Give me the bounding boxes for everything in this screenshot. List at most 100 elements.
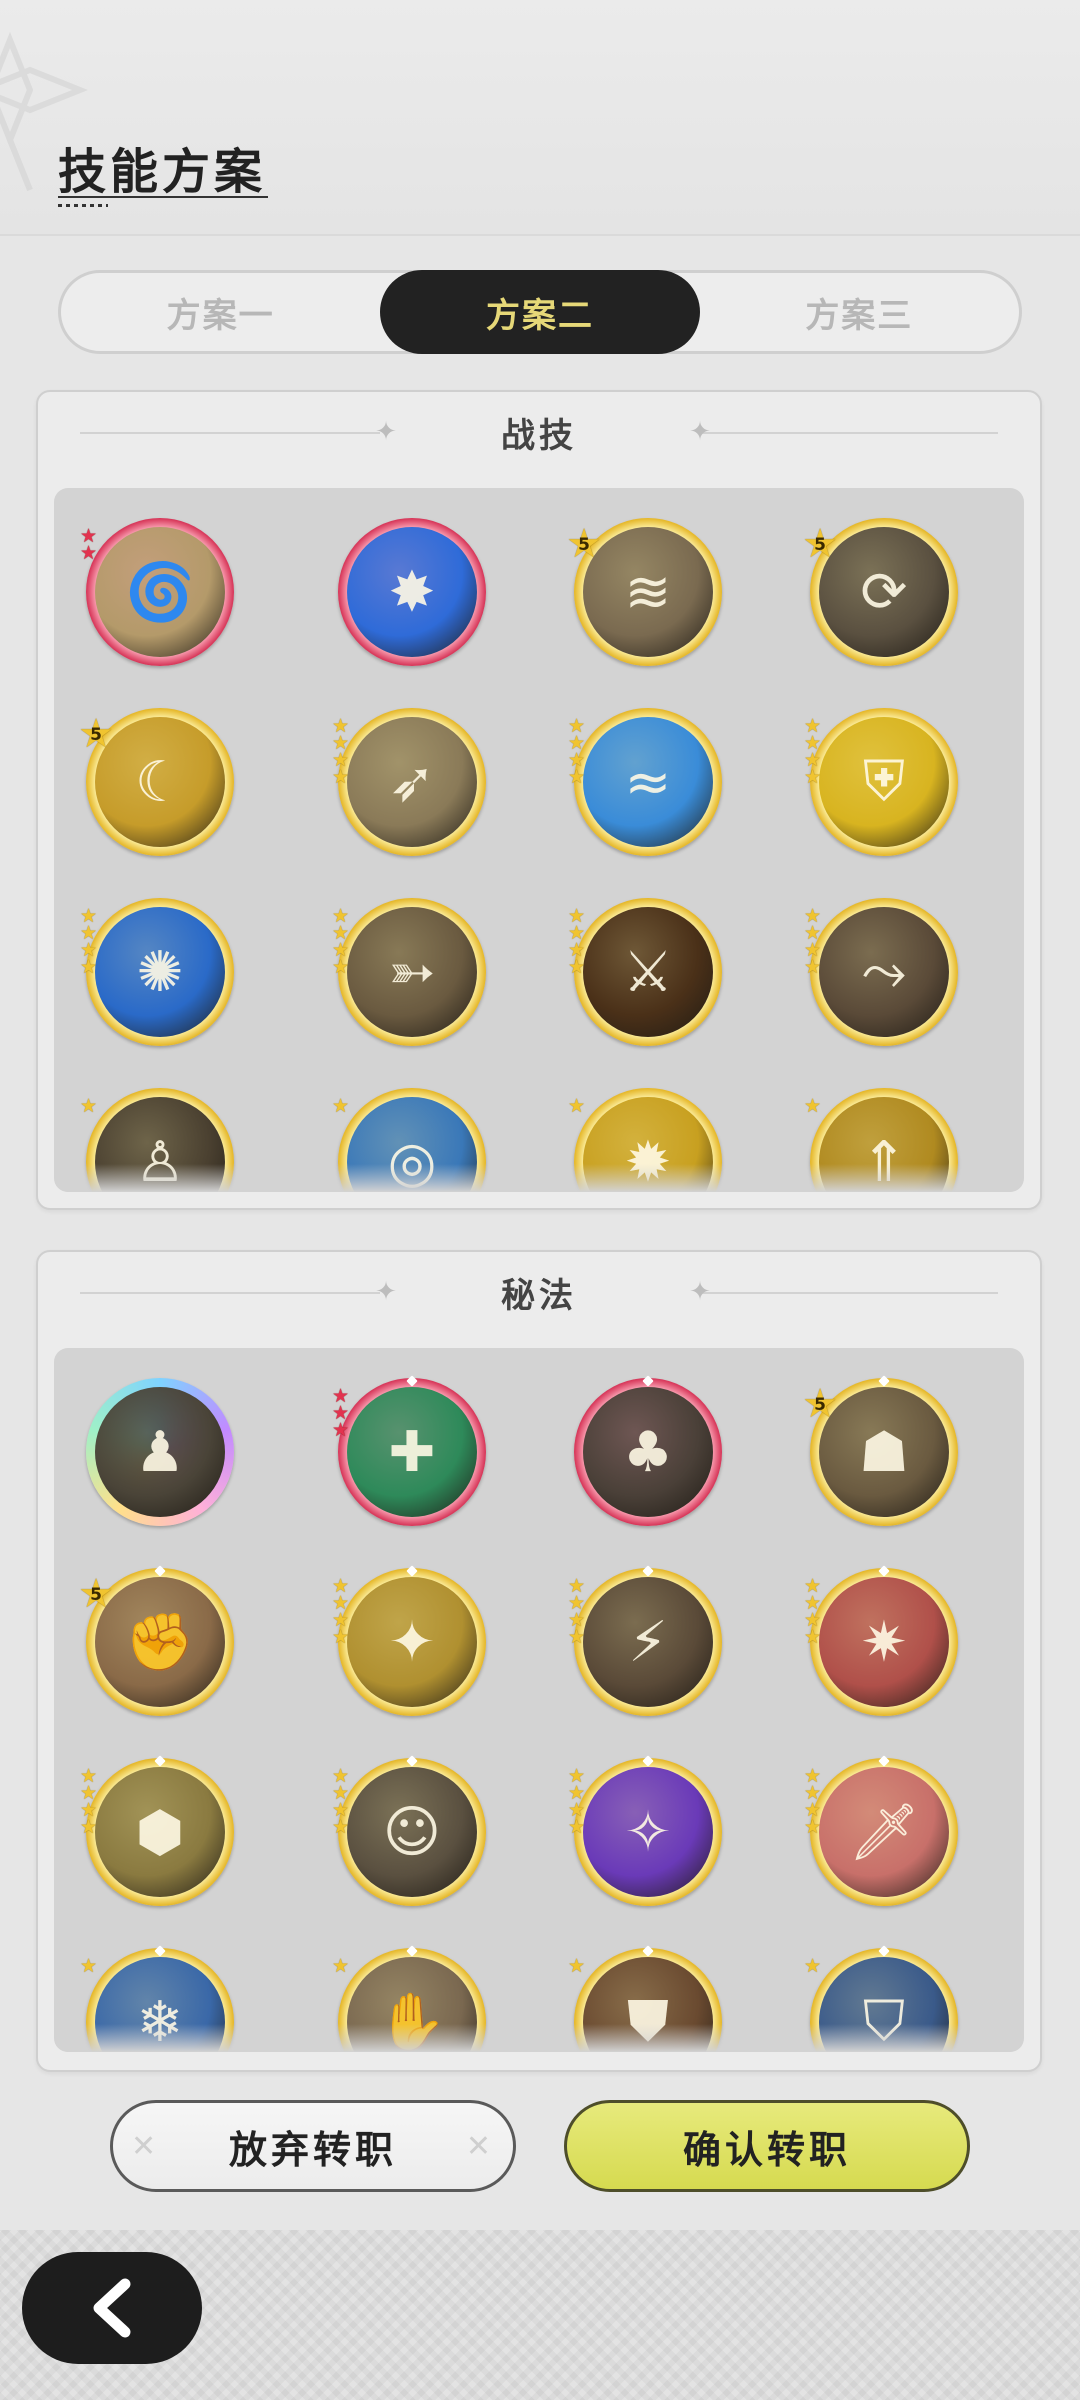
page-title: 技能方案 bbox=[58, 144, 267, 200]
star-icon: ★ bbox=[568, 1626, 586, 1648]
tab-plan-2[interactable]: 方案二 bbox=[380, 270, 700, 354]
abandon-job-change-button[interactable]: ✕ 放弃转职 ✕ bbox=[110, 2100, 516, 2192]
secret-skill-icon[interactable]: ⚡ ★ ★ ★ ★ bbox=[568, 1565, 722, 1716]
star-icon: ★ bbox=[568, 956, 586, 978]
wave-icon: ≈ bbox=[583, 717, 713, 847]
combat-skill-icon[interactable]: ⚔ ★ ★ ★ ★ bbox=[568, 898, 722, 1046]
star-icon: ★ bbox=[804, 1095, 822, 1117]
secret-skill-icon[interactable]: ♣ bbox=[574, 1375, 722, 1526]
star-icon: ★ bbox=[804, 1626, 822, 1648]
secret-skill-icon[interactable]: ☺ ★ ★ ★ ★ bbox=[332, 1755, 486, 1906]
shield-icon: ⛨ bbox=[819, 717, 949, 847]
star-rank-badge: ★ ★ bbox=[80, 527, 98, 564]
secret-skill-icon[interactable]: ⬢ ★ ★ ★ ★ bbox=[80, 1755, 234, 1906]
secret-skill-icon[interactable]: ✧ ★ ★ ★ ★ bbox=[568, 1755, 722, 1906]
star-icon: ★ bbox=[804, 1816, 822, 1838]
tab-plan-1[interactable]: 方案一 bbox=[61, 273, 380, 351]
strike-icon: ⚡ bbox=[583, 1577, 713, 1707]
star-rank-badge: ★ ★ ★ ★ bbox=[332, 717, 350, 788]
star-rank-badge: ★ bbox=[332, 1957, 349, 1976]
slash-icon: ✸ bbox=[347, 527, 477, 657]
combat-skill-icon[interactable]: ➳ ★ ★ ★ ★ bbox=[332, 898, 486, 1046]
combat-skill-icon[interactable]: ⤳ ★ ★ ★ ★ bbox=[804, 898, 958, 1046]
star-icon: ★ bbox=[80, 956, 98, 978]
secret-skill-icon[interactable]: ✚ ★ ★ ★ bbox=[332, 1375, 486, 1526]
sword-icon: 🗡 bbox=[819, 1767, 949, 1897]
star-rank-badge: ★ ★ ★ ★ bbox=[332, 907, 349, 977]
star-icon: ★ bbox=[332, 1095, 350, 1117]
combat-skill-icon[interactable]: ≋ ★ 5 bbox=[566, 518, 722, 666]
chevron-left-icon bbox=[93, 2278, 131, 2338]
rank-number: 5 bbox=[90, 1585, 102, 1605]
swords-icon: ⚔ bbox=[583, 907, 713, 1037]
star-rank-badge: ★ ★ ★ ★ bbox=[568, 1577, 586, 1648]
abandon-button-label: 放弃转职 bbox=[228, 2127, 397, 2172]
secret-skill-icon[interactable]: ✊ ★ 5 bbox=[78, 1565, 234, 1716]
swirl-icon: 🌀 bbox=[95, 527, 225, 657]
combat-skill-icon[interactable]: 🌀 ★ ★ bbox=[80, 518, 234, 666]
five-star-badge-icon: ★ 5 bbox=[800, 1384, 840, 1424]
confirm-job-change-button[interactable]: 确认转职 bbox=[564, 2100, 970, 2192]
star-rank-badge: ★ ★ ★ ★ bbox=[804, 717, 822, 788]
secret-skill-icon[interactable]: ✦ ★ ★ ★ ★ bbox=[332, 1565, 486, 1716]
hex-icon: ⬢ bbox=[95, 1767, 225, 1897]
combat-skills-panel: ✦ ✦ 战技 🌀 ★ ★ ✸ ≋ ★ 5 ⟳ ★ 5 ☾ ★ 5 ➶ ★ ★ ★ ★ ≈ ★ ★ ★ ★ ⛨ ★ ★ ★ ★ ✺ ★ ★ ★ ★… bbox=[36, 390, 1042, 1210]
star-icon: ★ bbox=[80, 1095, 98, 1117]
rank-number: 5 bbox=[578, 535, 590, 555]
slash-arc-icon: ⤳ bbox=[819, 907, 949, 1037]
star-rank-badge: ★ ★ ★ ★ bbox=[568, 1767, 585, 1837]
section-title-combat: 战技 bbox=[501, 415, 577, 456]
star-icon: ★ bbox=[568, 766, 586, 788]
secret-skill-icon[interactable]: ✷ ★ ★ ★ ★ bbox=[804, 1565, 958, 1716]
star-icon: ★ bbox=[804, 956, 822, 978]
combat-skill-grid[interactable]: 🌀 ★ ★ ✸ ≋ ★ 5 ⟳ ★ 5 ☾ ★ 5 ➶ ★ ★ ★ ★ ≈ ★ ★ ★ ★ ⛨ ★ ★ ★ ★ ✺ ★ ★ ★ ★ ➳ ★ ★ ★ ★ ⚔ ★… bbox=[54, 488, 1024, 1192]
combat-skill-icon[interactable]: ✺ ★ ★ ★ ★ bbox=[80, 898, 234, 1046]
star-rank-badge: ★ ★ ★ ★ bbox=[804, 1767, 822, 1838]
rank-number: 5 bbox=[90, 725, 102, 745]
star-rank-badge: ★ bbox=[332, 1095, 350, 1117]
heal-icon: ✚ bbox=[347, 1387, 477, 1517]
star-rank-badge: ★ bbox=[568, 1097, 585, 1116]
secret-art-grid[interactable]: ♟ ✚ ★ ★ ★ ♣ ☗ ★ 5 ✊ ★ 5 ✦ ★ ★ ★ ★ ⚡ ★ ★ ★ ★ ✷ ★ ★ ★ ★ ⬢ ★ ★ ★ ★ ☺ ★ ★ ★ ★ ✧ ★ ★… bbox=[54, 1348, 1024, 2052]
star-icon: ★ bbox=[80, 542, 98, 564]
star-icon: ★ bbox=[804, 766, 822, 788]
back-button[interactable] bbox=[22, 2252, 202, 2364]
plan-tabs: 方案一 方案二 方案三 bbox=[58, 270, 1022, 354]
star-rank-badge: ★ ★ ★ ★ bbox=[804, 1577, 822, 1648]
combat-skill-icon[interactable]: ≈ ★ ★ ★ ★ bbox=[568, 708, 722, 856]
five-star-badge-icon: ★ 5 bbox=[800, 524, 840, 564]
star-icon: ★ bbox=[804, 1955, 822, 1977]
star-rank-badge: ★ ★ ★ ★ bbox=[80, 1767, 98, 1838]
rank-number: 5 bbox=[814, 1395, 826, 1415]
x-decoration-icon: ✕ bbox=[131, 2128, 161, 2164]
secret-skill-icon[interactable]: 🗡 ★ ★ ★ ★ bbox=[804, 1755, 958, 1906]
five-star-badge-icon: ★ 5 bbox=[76, 714, 116, 754]
section-title-secret: 秘法 bbox=[501, 1275, 577, 1316]
star-rank-badge: ★ bbox=[568, 1957, 585, 1976]
star-rank-badge: ★ ★ ★ ★ bbox=[804, 907, 822, 978]
blessing-icon: ✦ bbox=[347, 1577, 477, 1707]
star-rank-badge: ★ ★ ★ ★ bbox=[568, 717, 586, 788]
star-rank-badge: ★ bbox=[80, 1957, 97, 1976]
combat-skill-icon[interactable]: ⛨ ★ ★ ★ ★ bbox=[804, 708, 958, 856]
star-rank-badge: ★ bbox=[80, 1095, 98, 1117]
tab-plan-3[interactable]: 方案三 bbox=[700, 273, 1019, 351]
star-rank-badge: ★ ★ ★ ★ bbox=[332, 1767, 349, 1837]
combat-skill-icon[interactable]: ☾ ★ 5 bbox=[78, 708, 234, 856]
combat-skill-icon[interactable]: ➶ ★ ★ ★ ★ bbox=[332, 708, 486, 856]
star-rank-badge: ★ ★ ★ ★ bbox=[332, 1577, 350, 1648]
title-underline bbox=[58, 196, 268, 198]
dash-icon: ➳ bbox=[347, 907, 477, 1037]
star-rank-badge: ★ bbox=[804, 1095, 822, 1117]
combat-skill-icon[interactable]: ✸ bbox=[338, 518, 486, 666]
star-icon: ★ bbox=[332, 1419, 350, 1441]
combat-skill-icon[interactable]: ⟳ ★ 5 bbox=[802, 518, 958, 666]
star-icon: ★ bbox=[332, 766, 350, 788]
star-rank-badge: ★ ★ ★ bbox=[332, 1387, 350, 1441]
secret-skill-icon[interactable]: ♟ bbox=[86, 1378, 234, 1526]
star-icon: ★ bbox=[332, 1626, 350, 1648]
blade-icon: ➶ bbox=[347, 717, 477, 847]
secret-skill-icon[interactable]: ☗ ★ 5 bbox=[802, 1375, 958, 1526]
confirm-button-label: 确认转职 bbox=[682, 2127, 851, 2172]
star-icon: ★ bbox=[80, 1816, 98, 1838]
